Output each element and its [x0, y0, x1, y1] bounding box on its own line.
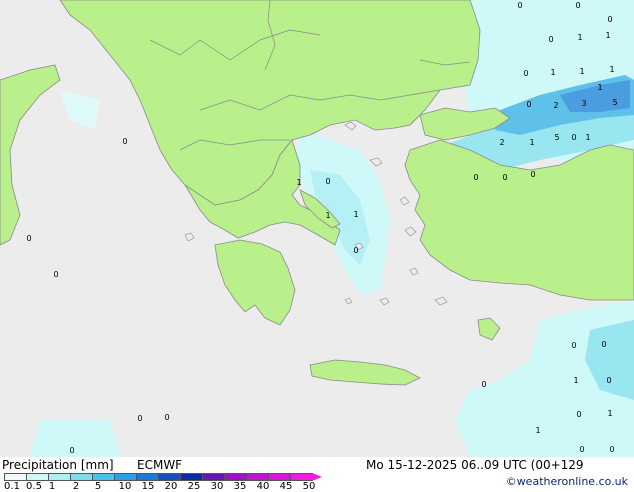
- point-label: 5: [612, 98, 617, 107]
- forecast-datetime: Mo 15-12-2025 06..09 UTC (00+129: [366, 458, 584, 472]
- scale-segment: [136, 473, 159, 481]
- point-label: 1: [296, 178, 301, 187]
- point-label: 1: [577, 33, 582, 42]
- scale-segment: [224, 473, 247, 481]
- scale-segment: [48, 473, 71, 481]
- point-label: 1: [609, 65, 614, 74]
- scale-segment: [26, 473, 49, 481]
- point-label: 0: [601, 340, 606, 349]
- point-label: 1: [597, 83, 602, 92]
- model-name: ECMWF: [137, 458, 183, 472]
- scale-label: 40: [256, 481, 270, 492]
- point-label: 5: [554, 133, 559, 142]
- scale-segment: [158, 473, 181, 481]
- point-label: 0: [481, 380, 486, 389]
- scale-label: 20: [164, 481, 178, 492]
- scale-segment: [180, 473, 203, 481]
- point-label: 0: [53, 270, 58, 279]
- scale-label: 50: [302, 481, 316, 492]
- point-label: 0: [523, 69, 528, 78]
- point-label: 0: [606, 376, 611, 385]
- point-label: 0: [517, 1, 522, 10]
- point-label: 1: [529, 138, 534, 147]
- point-label: 2: [499, 138, 504, 147]
- point-label: 0: [609, 445, 614, 454]
- point-label: 0: [502, 173, 507, 182]
- point-label: 2: [553, 101, 558, 110]
- point-label: 0: [164, 413, 169, 422]
- legend-footer: Precipitation [mm] ECMWF Mo 15-12-2025 0…: [0, 457, 634, 492]
- precip-area-south: [30, 420, 120, 457]
- color-scale-bar: [4, 473, 326, 481]
- point-label: 1: [585, 133, 590, 142]
- point-label: 1: [550, 68, 555, 77]
- point-label: 0: [548, 35, 553, 44]
- scale-label: 25: [187, 481, 201, 492]
- point-label: 1: [573, 376, 578, 385]
- scale-label: 10: [118, 481, 132, 492]
- point-label: 1: [353, 210, 358, 219]
- point-label: 0: [530, 170, 535, 179]
- point-label: 0: [325, 177, 330, 186]
- point-label: 1: [535, 426, 540, 435]
- scale-label: 35: [233, 481, 247, 492]
- scale-segment: [70, 473, 93, 481]
- scale-label: 0.5: [26, 481, 42, 492]
- point-label: 0: [26, 234, 31, 243]
- scale-segment: [4, 473, 27, 481]
- scale-label: 30: [210, 481, 224, 492]
- point-label: 0: [607, 15, 612, 24]
- point-label: 3: [581, 99, 586, 108]
- scale-segment: [202, 473, 225, 481]
- point-label: 1: [605, 31, 610, 40]
- scale-label: 15: [141, 481, 155, 492]
- scale-segment: [114, 473, 137, 481]
- scale-segment: [268, 473, 291, 481]
- point-label: 0: [575, 1, 580, 10]
- scale-label: 0.1: [4, 481, 20, 492]
- point-label: 1: [325, 211, 330, 220]
- scale-label: 5: [94, 481, 102, 492]
- point-label: 0: [579, 445, 584, 454]
- point-label: 0: [137, 414, 142, 423]
- scale-label: 45: [279, 481, 293, 492]
- point-label: 0: [69, 446, 74, 455]
- point-label: 0: [122, 137, 127, 146]
- scale-segment: [92, 473, 115, 481]
- scale-label: 1: [48, 481, 56, 492]
- point-label: 1: [579, 67, 584, 76]
- point-label: 0: [526, 100, 531, 109]
- point-label: 0: [473, 173, 478, 182]
- scale-segment: [290, 473, 313, 481]
- point-label: 0: [571, 341, 576, 350]
- scale-label: 2: [72, 481, 80, 492]
- point-label: 0: [353, 246, 358, 255]
- precipitation-map: 0 0 0 1 1 1 0 0 1 1 1 0 2 3 5 5 2 1 0 1 …: [0, 0, 634, 457]
- point-label: 1: [607, 409, 612, 418]
- point-label: 0: [576, 410, 581, 419]
- point-label: 0: [571, 133, 576, 142]
- scale-segment: [246, 473, 269, 481]
- map-title: Precipitation [mm]: [2, 458, 114, 472]
- scale-arrow-tip: [312, 473, 322, 481]
- copyright-text: ©weatheronline.co.uk: [505, 475, 628, 488]
